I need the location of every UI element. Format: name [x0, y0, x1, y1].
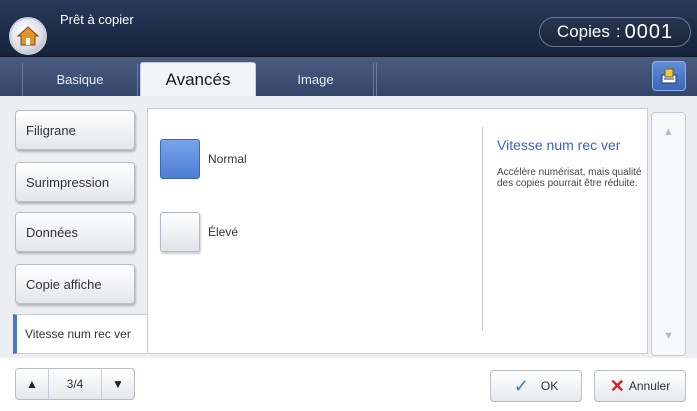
copies-label: Copies	[556, 22, 610, 41]
close-icon: ✕	[609, 375, 625, 396]
tab-bar: Basique Avancés Image	[0, 57, 697, 96]
sidebar-item-copie-affiche[interactable]: Copie affiche	[15, 264, 135, 304]
triangle-up-icon: ▲	[663, 126, 674, 138]
tab-image[interactable]: Image	[258, 63, 374, 96]
option-eleve-label: Élevé	[208, 225, 239, 239]
scroll-up-button[interactable]: ▲	[652, 117, 685, 147]
home-icon	[16, 26, 40, 46]
option-normal-button[interactable]	[160, 139, 200, 179]
page-indicator: 3/4	[48, 369, 102, 399]
home-button[interactable]	[9, 17, 47, 55]
scroll-down-button[interactable]: ▼	[652, 321, 685, 351]
scrollbar[interactable]: ▲ ▼	[651, 112, 686, 356]
copies-value: 0001	[624, 20, 674, 43]
options-panel: Normal Élevé Vitesse num rec ver Accélèr…	[147, 108, 648, 354]
ok-button[interactable]: ✓ OK	[490, 370, 582, 402]
page-up-button[interactable]: ▲	[16, 369, 48, 399]
copies-colon: :	[615, 22, 621, 41]
content-area: Filigrane Surimpression Données Copie af…	[0, 96, 697, 358]
sidebar-item-filigrane[interactable]: Filigrane	[15, 110, 135, 150]
help-title: Vitesse num rec ver	[497, 137, 621, 153]
sidebar-item-vitesse-num-rec-ver[interactable]: Vitesse num rec ver	[13, 314, 147, 354]
job-status-button[interactable]	[652, 61, 686, 91]
triangle-down-icon: ▼	[112, 377, 124, 391]
document-tray-icon	[661, 68, 677, 84]
option-normal-label: Normal	[208, 152, 247, 166]
option-eleve-button[interactable]	[160, 212, 200, 252]
tab-spacer	[376, 63, 638, 96]
top-bar: Prêt à copier Copies : 0001	[0, 0, 697, 57]
panel-divider	[482, 127, 483, 331]
copies-counter[interactable]: Copies : 0001	[539, 17, 691, 47]
page-navigator: ▲ 3/4 ▼	[15, 368, 135, 400]
tab-basique[interactable]: Basique	[22, 63, 138, 96]
triangle-down-icon: ▼	[663, 330, 674, 342]
ok-label: OK	[540, 379, 559, 393]
page-title: Prêt à copier	[60, 12, 134, 27]
checkmark-icon: ✓	[513, 375, 529, 396]
tab-avances[interactable]: Avancés	[140, 62, 256, 96]
cancel-button[interactable]: ✕ Annuler	[594, 370, 686, 402]
sidebar-item-surimpression[interactable]: Surimpression	[15, 162, 135, 202]
page-down-button[interactable]: ▼	[102, 369, 134, 399]
help-text: Accélère numérisat, mais qualité des cop…	[497, 167, 642, 189]
triangle-up-icon: ▲	[26, 377, 38, 391]
sidebar-item-donnees[interactable]: Données	[15, 212, 135, 252]
cancel-label: Annuler	[628, 379, 671, 393]
